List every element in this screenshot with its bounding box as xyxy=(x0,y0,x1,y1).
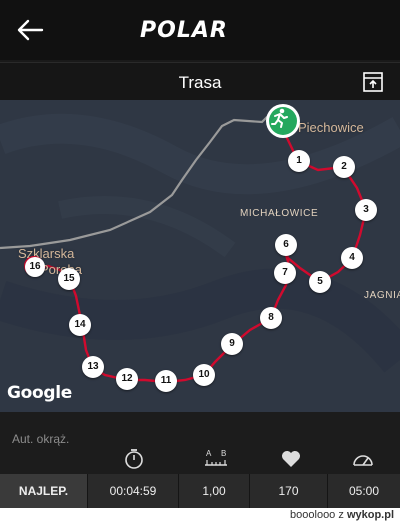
lap-marker-4[interactable]: 4 xyxy=(341,247,363,269)
distance-ab-icon: A B xyxy=(205,449,227,466)
lap-marker-8[interactable]: 8 xyxy=(260,307,282,329)
lap-marker-3[interactable]: 3 xyxy=(355,199,377,221)
watermark-credit: booolooo z wykop.pl xyxy=(290,509,394,521)
route-start-marker[interactable] xyxy=(266,104,300,138)
lap-marker-10[interactable]: 10 xyxy=(193,364,215,386)
auto-laps-label: Aut. okrąż. xyxy=(12,432,70,446)
best-distance-value: 1,00 xyxy=(179,474,250,508)
polar-logo: POLAR xyxy=(140,18,260,44)
lap-marker-15[interactable]: 15 xyxy=(58,268,80,290)
watermark-user: booolooo xyxy=(290,509,336,521)
watermark-bar: booolooo z wykop.pl xyxy=(0,508,400,525)
title-bar: Trasa xyxy=(0,62,400,100)
heart-icon xyxy=(282,451,300,467)
lap-marker-13[interactable]: 13 xyxy=(82,356,104,378)
app-header: POLAR xyxy=(0,0,400,60)
lap-marker-7[interactable]: 7 xyxy=(274,262,296,284)
lap-marker-1[interactable]: 1 xyxy=(288,150,310,172)
logo-text: POLAR xyxy=(140,18,228,43)
google-attribution: Google xyxy=(7,383,73,403)
watermark-brand: wykop.pl xyxy=(346,509,394,521)
lap-marker-14[interactable]: 14 xyxy=(69,314,91,336)
best-label: NAJLEP. xyxy=(0,474,88,508)
laps-header: Aut. okrąż. A B xyxy=(0,412,400,474)
route-map[interactable]: Piechowice MICHAŁOWICE JAGNIĄ Szklarska … xyxy=(0,100,400,412)
best-time-value: 00:04:59 xyxy=(88,474,179,508)
lap-marker-5[interactable]: 5 xyxy=(309,271,331,293)
export-icon[interactable] xyxy=(362,71,384,93)
lap-marker-12[interactable]: 12 xyxy=(116,368,138,390)
map-label-right: JAGNIĄ xyxy=(364,290,400,301)
lap-marker-16[interactable]: 16 xyxy=(25,257,45,277)
lap-marker-6[interactable]: 6 xyxy=(275,234,297,256)
best-lap-row[interactable]: NAJLEP. 00:04:59 1,00 170 05:00 xyxy=(0,474,400,508)
svg-text:A: A xyxy=(206,449,212,458)
running-icon xyxy=(271,108,288,128)
lap-marker-2[interactable]: 2 xyxy=(333,156,355,178)
lap-marker-9[interactable]: 9 xyxy=(221,333,243,355)
speedometer-icon xyxy=(353,455,373,466)
map-label-town: Piechowice xyxy=(298,120,364,135)
best-heart-rate-value: 170 xyxy=(250,474,328,508)
best-pace-value: 05:00 xyxy=(348,484,380,498)
map-label-area: MICHAŁOWICE xyxy=(240,208,319,219)
svg-text:B: B xyxy=(221,449,226,458)
page-title: Trasa xyxy=(178,73,222,92)
watermark-suffix: z xyxy=(338,509,344,521)
lap-marker-11[interactable]: 11 xyxy=(155,370,177,392)
arrow-left-icon[interactable] xyxy=(14,16,46,44)
stopwatch-icon xyxy=(125,449,143,469)
